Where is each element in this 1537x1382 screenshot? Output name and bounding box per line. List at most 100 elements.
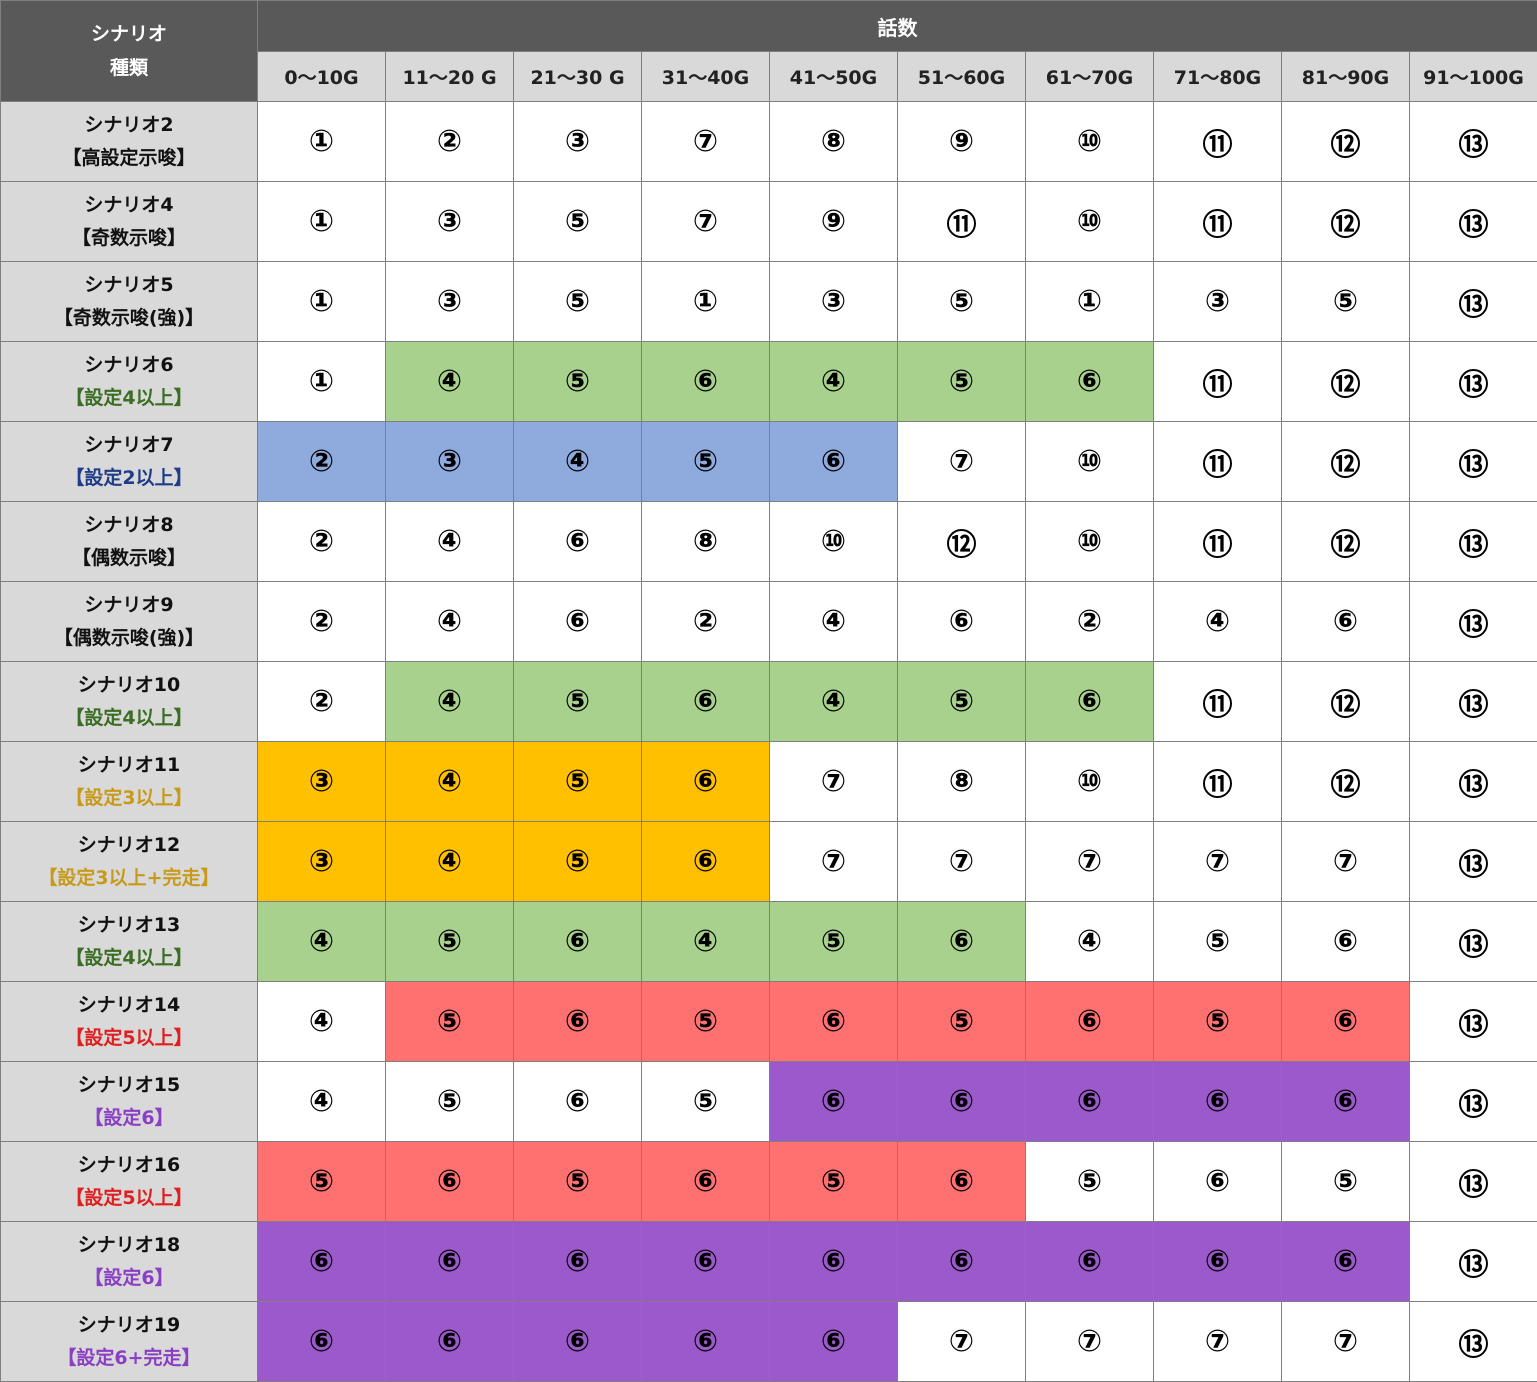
episode-cell: ④ — [770, 582, 898, 662]
episode-cell: ④ — [642, 902, 770, 982]
scenario-tag: 【偶数示唆】 — [1, 542, 257, 575]
episode-cell: ⑩ — [1026, 742, 1154, 822]
table-row: シナリオ12【設定3以上+完走】③④⑤⑥⑦⑦⑦⑦⑦⑬ — [1, 822, 1537, 902]
episode-cell: ⑥ — [1282, 902, 1410, 982]
table-row: シナリオ10【設定4以上】②④⑤⑥④⑤⑥⑪⑫⑬ — [1, 662, 1537, 742]
episode-cell: ⑥ — [898, 582, 1026, 662]
episode-cell: ② — [258, 502, 386, 582]
episode-cell: ⑥ — [514, 1302, 642, 1382]
episode-cell: ⑥ — [642, 742, 770, 822]
episode-cell: ⑪ — [1154, 502, 1282, 582]
scenario-tag: 【奇数示唆(強)】 — [1, 302, 257, 335]
episode-cell: ③ — [386, 262, 514, 342]
episode-cell: ⑫ — [1282, 422, 1410, 502]
game-range-header: 21～30 G — [514, 52, 642, 102]
episode-cell: ⑥ — [770, 1302, 898, 1382]
episode-cell: ⑬ — [1410, 102, 1537, 182]
episode-cell: ⑤ — [514, 822, 642, 902]
episode-cell: ⑥ — [642, 1222, 770, 1302]
scenario-tag: 【奇数示唆】 — [1, 222, 257, 255]
scenario-type-header-line2: 種類 — [1, 51, 257, 85]
scenario-name-cell: シナリオ12【設定3以上+完走】 — [1, 822, 258, 902]
scenario-name-cell: シナリオ14【設定5以上】 — [1, 982, 258, 1062]
episode-cell: ⑥ — [386, 1142, 514, 1222]
episode-cell: ⑥ — [642, 822, 770, 902]
scenario-name: シナリオ14 — [1, 989, 257, 1022]
episode-cell: ⑬ — [1410, 822, 1537, 902]
episode-cell: ⑤ — [1154, 982, 1282, 1062]
scenario-name: シナリオ10 — [1, 669, 257, 702]
episode-cell: ⑫ — [1282, 662, 1410, 742]
episode-cell: ⑬ — [1410, 902, 1537, 982]
episode-cell: ⑦ — [642, 182, 770, 262]
episode-cell: ⑬ — [1410, 502, 1537, 582]
episode-cell: ⑥ — [642, 1302, 770, 1382]
episode-cell: ⑬ — [1410, 1302, 1537, 1382]
table-row: シナリオ5【奇数示唆(強)】①③⑤①③⑤①③⑤⑬ — [1, 262, 1537, 342]
scenario-name: シナリオ2 — [1, 109, 257, 142]
episode-cell: ⑬ — [1410, 1222, 1537, 1302]
episode-cell: ⑤ — [258, 1142, 386, 1222]
episode-cell: ⑤ — [1026, 1142, 1154, 1222]
episode-cell: ② — [258, 662, 386, 742]
episode-cell: ④ — [386, 502, 514, 582]
scenario-tag: 【設定6】 — [1, 1262, 257, 1295]
episode-cell: ⑥ — [770, 982, 898, 1062]
table-row: シナリオ18【設定6】⑥⑥⑥⑥⑥⑥⑥⑥⑥⑬ — [1, 1222, 1537, 1302]
episode-cell: ⑨ — [898, 102, 1026, 182]
scenario-name-cell: シナリオ16【設定5以上】 — [1, 1142, 258, 1222]
scenario-name-cell: シナリオ7【設定2以上】 — [1, 422, 258, 502]
episode-cell: ③ — [514, 102, 642, 182]
episode-cell: ⑬ — [1410, 342, 1537, 422]
scenario-name: シナリオ4 — [1, 189, 257, 222]
episode-cell: ⑧ — [770, 102, 898, 182]
episode-cell: ① — [258, 262, 386, 342]
table-row: シナリオ15【設定6】④⑤⑥⑤⑥⑥⑥⑥⑥⑬ — [1, 1062, 1537, 1142]
game-range-header: 51～60G — [898, 52, 1026, 102]
episode-cell: ④ — [258, 1062, 386, 1142]
scenario-name: シナリオ13 — [1, 909, 257, 942]
episode-cell: ④ — [386, 582, 514, 662]
episode-cell: ⑤ — [1282, 262, 1410, 342]
scenario-tag: 【設定5以上】 — [1, 1182, 257, 1215]
episode-cell: ⑩ — [1026, 182, 1154, 262]
table-row: シナリオ16【設定5以上】⑤⑥⑤⑥⑤⑥⑤⑥⑤⑬ — [1, 1142, 1537, 1222]
episode-cell: ② — [642, 582, 770, 662]
episode-cell: ⑬ — [1410, 262, 1537, 342]
game-range-header: 31～40G — [642, 52, 770, 102]
episode-cell: ⑤ — [898, 662, 1026, 742]
episode-cell: ⑥ — [1026, 1222, 1154, 1302]
scenario-table: シナリオ 種類 話数 0～10G11～20 G21～30 G31～40G41～5… — [0, 0, 1537, 1382]
episode-cell: ⑪ — [1154, 182, 1282, 262]
scenario-name: シナリオ6 — [1, 349, 257, 382]
scenario-name-cell: シナリオ5【奇数示唆(強)】 — [1, 262, 258, 342]
episode-cell: ① — [1026, 262, 1154, 342]
episode-cell: ⑥ — [770, 422, 898, 502]
episode-cell: ⑥ — [642, 662, 770, 742]
episode-cell: ⑪ — [1154, 742, 1282, 822]
episode-cell: ③ — [386, 422, 514, 502]
table-row: シナリオ13【設定4以上】④⑤⑥④⑤⑥④⑤⑥⑬ — [1, 902, 1537, 982]
episode-cell: ⑪ — [1154, 102, 1282, 182]
episode-cell: ⑬ — [1410, 422, 1537, 502]
episode-cell: ① — [642, 262, 770, 342]
episode-cell: ⑥ — [642, 342, 770, 422]
episode-cell: ⑥ — [386, 1222, 514, 1302]
scenario-name-cell: シナリオ8【偶数示唆】 — [1, 502, 258, 582]
episode-cell: ⑥ — [514, 582, 642, 662]
table-row: シナリオ11【設定3以上】③④⑤⑥⑦⑧⑩⑪⑫⑬ — [1, 742, 1537, 822]
episode-cell: ⑦ — [770, 742, 898, 822]
scenario-name: シナリオ5 — [1, 269, 257, 302]
episode-cell: ⑥ — [514, 1062, 642, 1142]
scenario-tag: 【設定3以上】 — [1, 782, 257, 815]
episode-cell: ④ — [770, 662, 898, 742]
episode-cell: ⑤ — [514, 1142, 642, 1222]
episode-cell: ③ — [1154, 262, 1282, 342]
scenario-name: シナリオ8 — [1, 509, 257, 542]
game-range-header: 61～70G — [1026, 52, 1154, 102]
game-range-header: 0～10G — [258, 52, 386, 102]
table-row: シナリオ14【設定5以上】④⑤⑥⑤⑥⑤⑥⑤⑥⑬ — [1, 982, 1537, 1062]
episode-cell: ⑦ — [1154, 822, 1282, 902]
game-range-header: 11～20 G — [386, 52, 514, 102]
table-row: シナリオ4【奇数示唆】①③⑤⑦⑨⑪⑩⑪⑫⑬ — [1, 182, 1537, 262]
